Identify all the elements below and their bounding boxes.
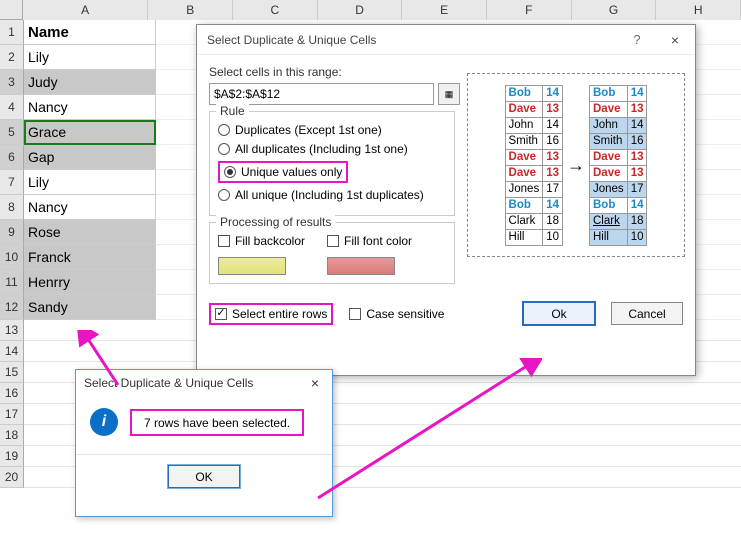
row-header[interactable]: 19 <box>0 446 24 467</box>
cell-a4[interactable]: Nancy <box>24 95 156 120</box>
range-input[interactable] <box>209 83 434 105</box>
row-header[interactable]: 7 <box>0 170 24 195</box>
col-header-a[interactable]: A <box>23 0 149 20</box>
checkbox-label: Fill backcolor <box>235 234 305 248</box>
checkbox-icon <box>349 308 361 320</box>
checkbox-icon <box>218 235 230 247</box>
result-message-dialog: Select Duplicate & Unique Cells × i 7 ro… <box>75 369 333 517</box>
col-header-e[interactable]: E <box>402 0 487 20</box>
radio-label: Duplicates (Except 1st one) <box>235 123 382 137</box>
cell-a1[interactable]: Name <box>24 20 156 45</box>
row-header[interactable]: 13 <box>0 320 24 341</box>
cancel-button[interactable]: Cancel <box>611 302 683 325</box>
checkbox-icon <box>327 235 339 247</box>
select-duplicate-unique-dialog: Select Duplicate & Unique Cells ? × Sele… <box>196 24 696 376</box>
row-header[interactable]: 3 <box>0 70 24 95</box>
row-header[interactable]: 16 <box>0 383 24 404</box>
dialog2-title: Select Duplicate & Unique Cells <box>84 376 253 390</box>
dialog-titlebar[interactable]: Select Duplicate & Unique Cells ? × <box>197 25 695 55</box>
radio-icon <box>224 166 236 178</box>
checkbox-label: Case sensitive <box>366 307 444 321</box>
row-header[interactable]: 9 <box>0 220 24 245</box>
col-header-c[interactable]: C <box>233 0 318 20</box>
row-header[interactable]: 1 <box>0 20 24 45</box>
checkbox-select-entire-rows[interactable]: ✓ Select entire rows <box>215 307 327 321</box>
cell-a2[interactable]: Lily <box>24 45 156 70</box>
help-button[interactable]: ? <box>619 32 655 47</box>
row-header[interactable]: 2 <box>0 45 24 70</box>
range-picker-button[interactable]: ▦ <box>438 83 460 105</box>
example-preview: Bob14Dave13John14Smith16Dave13Dave13Jone… <box>467 73 685 257</box>
example-table-right: Bob14Dave13John14Smith16Dave13Dave13Jone… <box>589 85 647 246</box>
cell-a12[interactable]: Sandy <box>24 295 156 320</box>
col-header-h[interactable]: H <box>656 0 741 20</box>
radio-unique-values-only[interactable]: Unique values only <box>224 165 342 179</box>
radio-label: All unique (Including 1st duplicates) <box>235 188 424 202</box>
result-message: 7 rows have been selected. <box>144 416 290 430</box>
checkbox-case-sensitive[interactable]: Case sensitive <box>349 307 444 321</box>
row-header[interactable]: 14 <box>0 341 24 362</box>
row-header[interactable]: 12 <box>0 295 24 320</box>
backcolor-swatch[interactable] <box>218 257 286 275</box>
cell-a3[interactable]: Judy <box>24 70 156 95</box>
rule-legend: Rule <box>216 104 249 118</box>
col-header-d[interactable]: D <box>318 0 403 20</box>
col-header-f[interactable]: F <box>487 0 572 20</box>
cell-a9[interactable]: Rose <box>24 220 156 245</box>
row-header[interactable]: 20 <box>0 467 24 488</box>
radio-all-unique[interactable]: All unique (Including 1st duplicates) <box>218 188 446 202</box>
cell-a6[interactable]: Gap <box>24 145 156 170</box>
example-table-left: Bob14Dave13John14Smith16Dave13Dave13Jone… <box>505 85 563 246</box>
col-header-b[interactable]: B <box>148 0 233 20</box>
row-header[interactable]: 18 <box>0 425 24 446</box>
radio-all-duplicates[interactable]: All duplicates (Including 1st one) <box>218 142 446 156</box>
ok-button[interactable]: Ok <box>523 302 595 325</box>
checkbox-label: Fill font color <box>344 234 412 248</box>
row-header[interactable]: 10 <box>0 245 24 270</box>
cell-a10[interactable]: Franck <box>24 245 156 270</box>
fontcolor-swatch[interactable] <box>327 257 395 275</box>
dialog-title: Select Duplicate & Unique Cells <box>207 33 619 47</box>
row-header[interactable]: 6 <box>0 145 24 170</box>
processing-legend: Processing of results <box>216 215 335 229</box>
radio-duplicates-except-first[interactable]: Duplicates (Except 1st one) <box>218 123 446 137</box>
close-button[interactable]: × <box>655 32 695 48</box>
dialog2-ok-button[interactable]: OK <box>168 465 240 488</box>
radio-label: All duplicates (Including 1st one) <box>235 142 408 156</box>
select-all-corner[interactable] <box>0 0 23 20</box>
row-header[interactable]: 4 <box>0 95 24 120</box>
radio-icon <box>218 124 230 136</box>
cell-a11[interactable]: Henrry <box>24 270 156 295</box>
radio-icon <box>218 143 230 155</box>
radio-label: Unique values only <box>241 165 342 179</box>
row-header[interactable]: 8 <box>0 195 24 220</box>
column-headers: A B C D E F G H <box>0 0 741 20</box>
checkbox-icon: ✓ <box>215 308 227 320</box>
range-picker-icon: ▦ <box>445 89 454 100</box>
row-header[interactable]: 17 <box>0 404 24 425</box>
dialog2-titlebar[interactable]: Select Duplicate & Unique Cells × <box>76 370 332 396</box>
radio-icon <box>218 189 230 201</box>
cell-a8[interactable]: Nancy <box>24 195 156 220</box>
info-icon: i <box>90 408 118 436</box>
col-header-g[interactable]: G <box>572 0 657 20</box>
checkbox-fill-backcolor[interactable]: Fill backcolor <box>218 234 305 248</box>
cell-a5[interactable]: Grace <box>24 120 156 145</box>
checkbox-label: Select entire rows <box>232 307 327 321</box>
row-header[interactable]: 5 <box>0 120 24 145</box>
arrow-right-icon: → <box>567 155 585 176</box>
cell-a7[interactable]: Lily <box>24 170 156 195</box>
checkbox-fill-fontcolor[interactable]: Fill font color <box>327 234 412 248</box>
row-header[interactable]: 11 <box>0 270 24 295</box>
row-header[interactable]: 15 <box>0 362 24 383</box>
dialog2-close-button[interactable]: × <box>298 375 332 391</box>
